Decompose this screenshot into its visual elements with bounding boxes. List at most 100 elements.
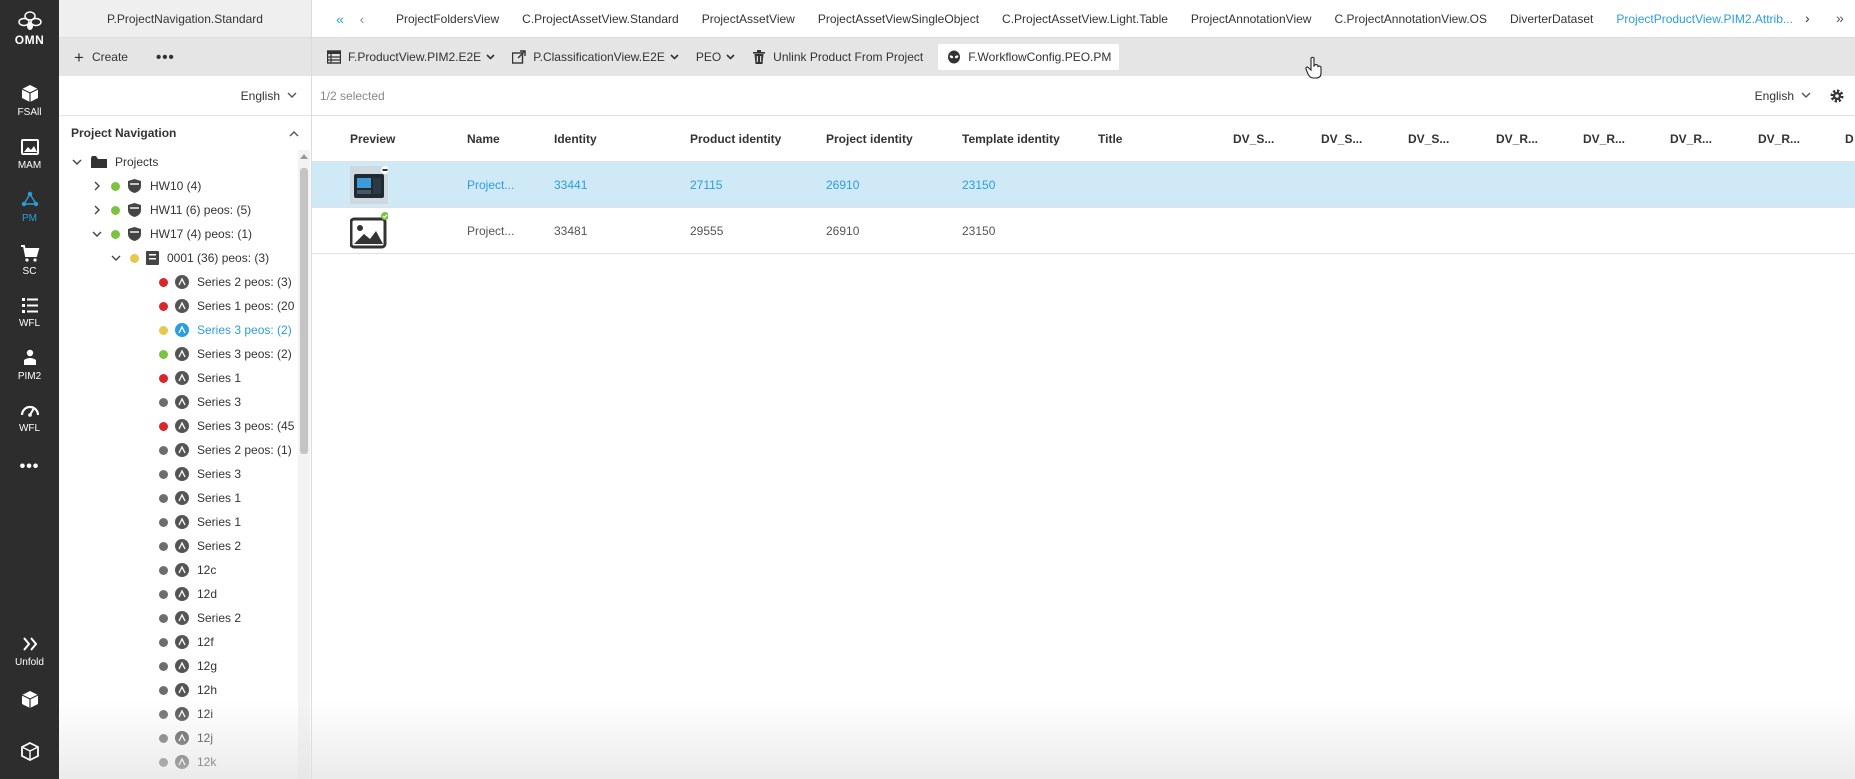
unlink-product-button[interactable]: Unlink Product From Project [752, 50, 923, 64]
tree-node-series-selected[interactable]: Series 3 peos: (2) [59, 318, 297, 342]
nav-language-dropdown[interactable]: English [241, 89, 297, 103]
table-row[interactable]: Project... 33441 27115 26910 23150 [312, 162, 1855, 208]
tab-project-asset-view-light-table[interactable]: C.ProjectAssetView.Light.Table [1002, 12, 1168, 26]
rail-item-wfl-2[interactable]: WFL [0, 400, 59, 434]
tab-project-product-view[interactable]: ProjectProductView.PIM2.Attrib... [1616, 12, 1793, 26]
tree-node-series[interactable]: Series 2 [59, 606, 297, 630]
classification-view-dropdown[interactable]: P.ClassificationView.E2E [512, 50, 679, 64]
table-row[interactable]: Project... 33481 29555 26910 23150 [312, 208, 1855, 254]
tabs-last-icon[interactable]: » [1836, 10, 1844, 26]
tree-node-0001[interactable]: 0001 (36) peos: (3) [59, 246, 297, 270]
row-identity[interactable]: 33481 [554, 224, 587, 238]
tree-node-series[interactable]: Series 2 [59, 534, 297, 558]
column-header[interactable]: Project identity [826, 132, 913, 146]
column-header[interactable]: Identity [554, 132, 597, 146]
chevron-right-icon[interactable] [91, 204, 103, 216]
column-header[interactable]: Title [1098, 132, 1122, 146]
tree-node-series[interactable]: 12h [59, 678, 297, 702]
column-header[interactable]: Name [467, 132, 500, 146]
rail-bottom-item-1[interactable] [0, 690, 59, 710]
tree-node-series[interactable]: Series 3 peos: (2) [59, 342, 297, 366]
chevron-up-icon[interactable] [289, 130, 299, 137]
tab-project-asset-view[interactable]: ProjectAssetView [702, 12, 795, 26]
tree-node-projects[interactable]: Projects [59, 150, 297, 174]
row-template-identity[interactable]: 23150 [962, 178, 995, 192]
chevron-right-icon[interactable] [91, 180, 103, 192]
rail-item-fsall[interactable]: FSAll [0, 84, 59, 118]
chevron-down-icon[interactable] [110, 252, 122, 264]
scroll-up-arrow-icon[interactable] [300, 154, 308, 159]
column-header[interactable]: DV_R... [1496, 132, 1538, 146]
tree-node-series[interactable]: 12d [59, 582, 297, 606]
tree-node-series[interactable]: Series 1 [59, 510, 297, 534]
tab-project-asset-view-standard[interactable]: C.ProjectAssetView.Standard [522, 12, 679, 26]
rail-more-button[interactable]: ••• [0, 458, 59, 476]
rail-item-mam[interactable]: MAM [0, 137, 59, 171]
tab-project-folders-view[interactable]: ProjectFoldersView [396, 12, 499, 26]
tree-scrollbar[interactable] [298, 150, 310, 779]
tabs-next-icon[interactable]: › [1805, 10, 1810, 26]
unfold-button[interactable]: Unfold [0, 634, 59, 668]
row-name[interactable]: Project... [467, 178, 514, 192]
tree-node-series[interactable]: Series 1 [59, 366, 297, 390]
column-header[interactable]: DV_R... [1670, 132, 1712, 146]
product-thumbnail[interactable] [350, 166, 388, 204]
grid-language-dropdown[interactable]: English [1755, 89, 1811, 103]
tree-node-series[interactable]: Series 1 peos: (20 [59, 294, 297, 318]
scrollbar-thumb[interactable] [300, 168, 308, 454]
column-header[interactable]: DV_S... [1321, 132, 1362, 146]
column-header[interactable]: Preview [350, 132, 395, 146]
row-project-identity[interactable]: 26910 [826, 178, 859, 192]
peo-dropdown[interactable]: PEO [696, 50, 735, 64]
tree-node-series[interactable]: 12j [59, 726, 297, 750]
column-header[interactable]: DV_S... [1233, 132, 1274, 146]
rail-item-wfl[interactable]: WFL [0, 295, 59, 329]
column-header[interactable]: Template identity [962, 132, 1060, 146]
tab-diverter-dataset[interactable]: DiverterDataset [1510, 12, 1593, 26]
tree-node-hw11[interactable]: HW11 (6) peos: (5) [59, 198, 297, 222]
tree-node-series[interactable]: Series 3 [59, 390, 297, 414]
nav-more-button[interactable]: ••• [156, 49, 175, 66]
column-header[interactable]: DV_S... [1408, 132, 1449, 146]
rail-item-sc[interactable]: SC [0, 243, 59, 277]
tab-project-asset-view-single[interactable]: ProjectAssetViewSingleObject [818, 12, 979, 26]
tab-project-annotation-view[interactable]: ProjectAnnotationView [1191, 12, 1312, 26]
column-header[interactable]: DV_R... [1583, 132, 1625, 146]
row-product-identity[interactable]: 29555 [690, 224, 723, 238]
omn-logo[interactable]: OMN [0, 10, 59, 47]
column-header[interactable]: DV_R... [1758, 132, 1800, 146]
nav-panel-header[interactable]: Project Navigation [59, 116, 311, 150]
tree-node-series[interactable]: Series 1 [59, 486, 297, 510]
workflow-config-button[interactable]: F.WorkflowConfig.PEO.PM [938, 44, 1120, 70]
row-project-identity[interactable]: 26910 [826, 224, 859, 238]
rail-item-pim2[interactable]: PIM2 [0, 348, 59, 382]
product-view-dropdown[interactable]: F.ProductView.PIM2.E2E [327, 50, 495, 64]
chevron-down-icon[interactable] [91, 228, 103, 240]
tree-node-series[interactable]: 12c [59, 558, 297, 582]
rail-bottom-item-2[interactable] [0, 742, 59, 762]
row-name[interactable]: Project... [467, 224, 514, 238]
tree-node-hw17[interactable]: HW17 (4) peos: (1) [59, 222, 297, 246]
rail-item-pm[interactable]: PM [0, 190, 59, 224]
chevron-down-icon[interactable] [71, 156, 83, 168]
image-placeholder-icon[interactable] [350, 212, 388, 250]
tabs-first-icon[interactable]: « [329, 11, 351, 27]
tree-node-series[interactable]: Series 3 [59, 462, 297, 486]
column-header[interactable]: Product identity [690, 132, 781, 146]
tree-node-series[interactable]: 12g [59, 654, 297, 678]
row-template-identity[interactable]: 23150 [962, 224, 995, 238]
tabs-prev-icon[interactable]: ‹ [351, 11, 373, 27]
row-product-identity[interactable]: 27115 [690, 178, 722, 192]
tree-node-series[interactable]: Series 2 peos: (3) [59, 270, 297, 294]
tree-node-series[interactable]: 12f [59, 630, 297, 654]
tree-node-hw10[interactable]: HW10 (4) [59, 174, 297, 198]
tree-node-series[interactable]: 12i [59, 702, 297, 726]
tree-node-series[interactable]: 12k [59, 750, 297, 774]
column-header[interactable]: D [1845, 132, 1854, 146]
tree-node-series[interactable]: Series 3 peos: (45 [59, 414, 297, 438]
tree-node-series[interactable]: Series 2 peos: (1) [59, 438, 297, 462]
tab-project-annotation-view-os[interactable]: C.ProjectAnnotationView.OS [1334, 12, 1487, 26]
row-identity[interactable]: 33441 [554, 178, 587, 192]
create-button[interactable]: + Create [74, 49, 128, 66]
gear-icon[interactable] [1829, 88, 1845, 104]
